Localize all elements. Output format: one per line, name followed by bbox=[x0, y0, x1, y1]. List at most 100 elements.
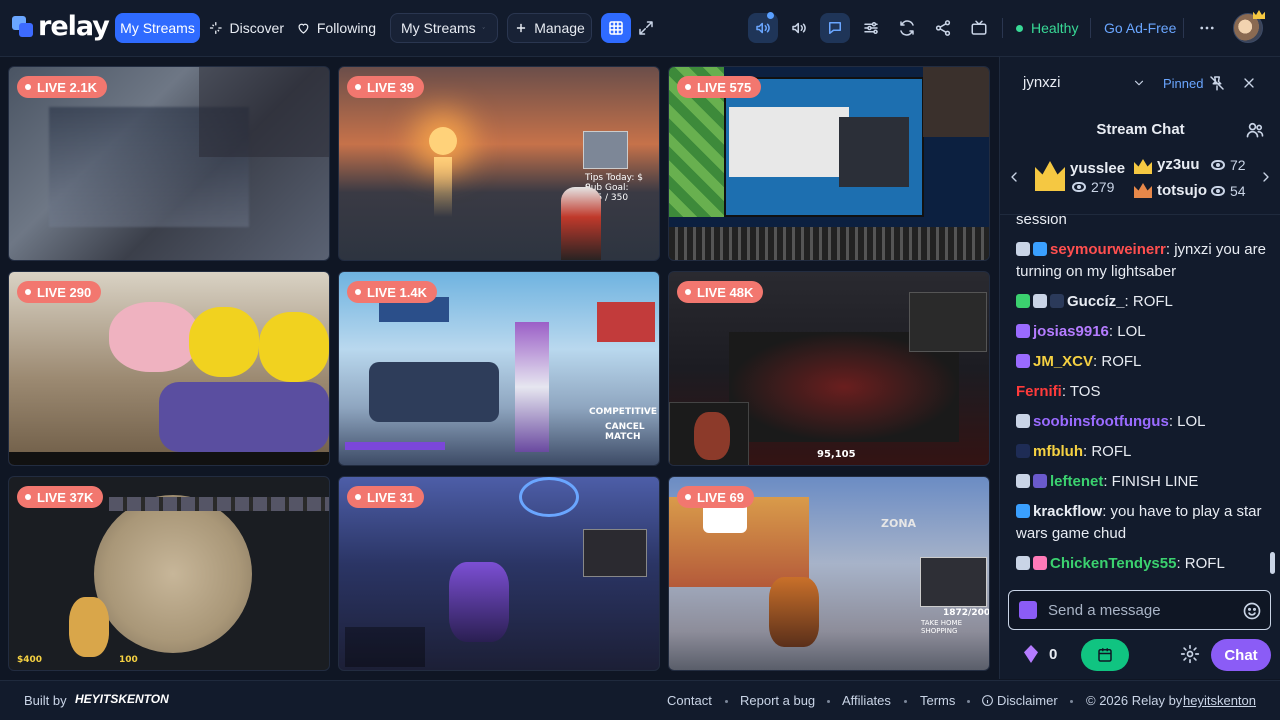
viewer-count: LIVE 69 bbox=[697, 489, 744, 505]
disclaimer-link[interactable]: Disclaimer bbox=[997, 693, 1058, 708]
progress-overlay: 1872/2000 bbox=[943, 608, 990, 618]
contact-link[interactable]: Contact bbox=[667, 693, 712, 708]
stream-tile[interactable]: Tips Today: $ 0 Sub Goal: 295 / 350 LIVE… bbox=[338, 66, 660, 261]
chat-username[interactable]: Fernifi bbox=[1016, 383, 1062, 400]
chevron-down-icon[interactable] bbox=[1132, 76, 1146, 95]
users-icon[interactable] bbox=[1245, 120, 1265, 145]
pinned-toggle[interactable]: Pinned bbox=[1163, 76, 1203, 91]
chat-username[interactable]: ChickenTendys55 bbox=[1050, 555, 1176, 572]
zona-label: ZONA bbox=[881, 517, 917, 530]
webcam-overlay bbox=[583, 529, 647, 577]
chat-message: ChickenTendys55: ROFL bbox=[1016, 553, 1266, 575]
live-badge: LIVE 37K bbox=[17, 486, 104, 508]
plus-icon bbox=[517, 23, 526, 33]
channel-select[interactable]: jynxzi bbox=[1023, 74, 1061, 91]
streams-dropdown[interactable]: My Streams bbox=[390, 13, 498, 43]
cancel-match-label: CANCEL MATCH bbox=[605, 422, 645, 442]
health-status: Healthy bbox=[1016, 13, 1078, 43]
badge-icon bbox=[1050, 294, 1064, 308]
badge-icon bbox=[1016, 444, 1030, 458]
competitive-label: COMPETITIVE bbox=[589, 407, 658, 417]
chevron-right-icon[interactable] bbox=[1258, 169, 1274, 190]
chat-scrollbar[interactable] bbox=[1270, 552, 1275, 574]
affiliates-link[interactable]: Affiliates bbox=[842, 693, 891, 708]
badge-icon bbox=[1016, 324, 1030, 338]
grid-icon bbox=[609, 21, 623, 35]
audio-focus-button[interactable] bbox=[748, 12, 778, 43]
stream-tile[interactable]: LIVE 2.1K bbox=[8, 66, 330, 261]
stream-tile[interactable]: $400 100 LIVE 37K bbox=[8, 476, 330, 671]
leader-views: 54 bbox=[1211, 183, 1246, 199]
tv-icon bbox=[971, 20, 987, 35]
dot-separator bbox=[1070, 700, 1073, 703]
report-bug-link[interactable]: Report a bug bbox=[740, 693, 815, 708]
chat-username[interactable]: JM_XCV bbox=[1033, 353, 1093, 370]
info-icon bbox=[982, 695, 993, 706]
stream-tile[interactable]: LIVE 575 bbox=[668, 66, 990, 261]
send-chat-button[interactable]: Chat bbox=[1211, 639, 1271, 671]
badge-icon bbox=[1033, 556, 1047, 570]
footer: Built by HEYITSKENTON Contact Report a b… bbox=[0, 680, 1280, 720]
manage-button[interactable]: Manage bbox=[507, 13, 592, 43]
chat-username[interactable]: seymourweinerr bbox=[1050, 241, 1166, 258]
webcam-overlay bbox=[920, 557, 987, 607]
chat-username[interactable]: leftenet bbox=[1050, 473, 1103, 490]
tv-mode-button[interactable] bbox=[964, 13, 994, 43]
more-menu-button[interactable] bbox=[1192, 13, 1222, 43]
emoji-icon[interactable] bbox=[1242, 601, 1262, 626]
dot-separator bbox=[904, 700, 907, 703]
close-icon[interactable] bbox=[1241, 75, 1257, 96]
badge-icon bbox=[1016, 294, 1030, 308]
chevron-left-icon[interactable] bbox=[1006, 169, 1022, 190]
chat-username[interactable]: soobinsfootfungus bbox=[1033, 413, 1169, 430]
following-label: Following bbox=[316, 20, 376, 36]
live-badge: LIVE 39 bbox=[347, 76, 424, 98]
refresh-button[interactable] bbox=[892, 13, 922, 43]
stream-tile[interactable]: 1872/2000 TAKE HOME SHOPPING ZONA LIVE 6… bbox=[668, 476, 990, 671]
stream-tile[interactable]: COMPETITIVE CANCEL MATCH LIVE 1.4K bbox=[338, 271, 660, 466]
calendar-button[interactable] bbox=[1081, 639, 1129, 671]
relay-logo[interactable]: relay bbox=[12, 13, 110, 41]
share-button[interactable] bbox=[928, 13, 958, 43]
chat-username[interactable]: josias9916 bbox=[1033, 323, 1109, 340]
chat-message: seymourweinerr: jynxzi you are turning o… bbox=[1016, 241, 1266, 280]
viewer-count: LIVE 48K bbox=[697, 284, 754, 300]
volume-button[interactable] bbox=[784, 13, 814, 43]
settings-sliders-button[interactable] bbox=[856, 13, 886, 43]
chat-message: leftenet: FINISH LINE bbox=[1016, 471, 1266, 493]
sparkle-icon bbox=[209, 22, 222, 34]
chat-username[interactable]: mfbluh bbox=[1033, 443, 1083, 460]
chat-header: jynxzi Pinned bbox=[1000, 57, 1280, 111]
settings-gear-icon[interactable] bbox=[1180, 644, 1200, 669]
chat-message: mfbluh: ROFL bbox=[1016, 441, 1266, 463]
built-by-brand[interactable]: HEYITSKENTON bbox=[75, 692, 169, 706]
chat-toggle-button[interactable] bbox=[820, 13, 850, 43]
grid-layout-button[interactable] bbox=[601, 13, 631, 43]
terms-link[interactable]: Terms bbox=[920, 693, 955, 708]
following-tab[interactable]: Following bbox=[296, 13, 376, 43]
chat-messages: session seymourweinerr: jynxzi you are t… bbox=[1000, 215, 1280, 635]
badge-icon bbox=[1016, 242, 1030, 256]
chat-username[interactable]: krackflow bbox=[1033, 503, 1102, 520]
more-horizontal-icon bbox=[1200, 26, 1214, 30]
stream-tile[interactable]: LIVE 290 bbox=[8, 271, 330, 466]
chat-emote-menu-icon[interactable] bbox=[1019, 601, 1037, 619]
chat-username[interactable]: Guccíz_ bbox=[1067, 293, 1125, 310]
chat-bubble-icon bbox=[829, 22, 841, 34]
chat-message: soobinsfootfungus: LOL bbox=[1016, 411, 1266, 433]
user-avatar[interactable] bbox=[1233, 10, 1265, 43]
badge-icon bbox=[1033, 294, 1047, 308]
stream-tile[interactable]: LIVE 31 bbox=[338, 476, 660, 671]
author-link[interactable]: heyitskenton bbox=[1183, 693, 1256, 708]
live-badge: LIVE 31 bbox=[347, 486, 424, 508]
my-streams-tab[interactable]: My Streams bbox=[115, 13, 200, 43]
fullscreen-button[interactable] bbox=[631, 13, 661, 43]
webcam-overlay bbox=[583, 131, 628, 169]
chat-input[interactable]: Send a message bbox=[1008, 590, 1271, 630]
go-ad-free-link[interactable]: Go Ad-Free bbox=[1104, 13, 1176, 43]
unpin-icon[interactable] bbox=[1208, 74, 1226, 97]
discover-tab[interactable]: Discover bbox=[208, 13, 284, 43]
manage-label: Manage bbox=[534, 20, 585, 36]
eye-icon bbox=[1211, 160, 1225, 170]
stream-tile[interactable]: 95,105 LIVE 48K bbox=[668, 271, 990, 466]
